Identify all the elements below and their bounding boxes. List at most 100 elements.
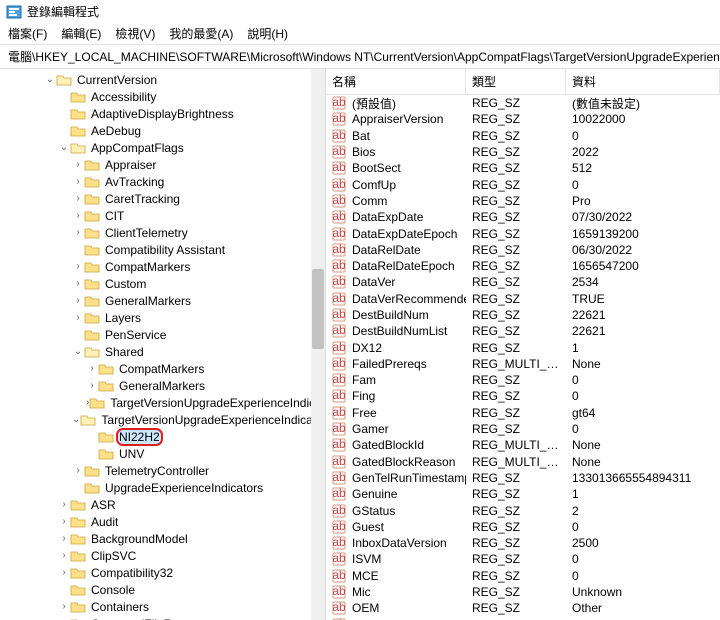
value-row[interactable]: abBootSectREG_SZ512: [326, 160, 720, 176]
tree-node[interactable]: ›Appraiser: [2, 156, 325, 173]
expand-icon[interactable]: ›: [58, 601, 70, 612]
expand-icon[interactable]: ›: [72, 227, 84, 238]
tree-node[interactable]: ⌄TargetVersionUpgradeExperienceIndicator…: [2, 411, 325, 428]
value-row[interactable]: abGuestREG_SZ0: [326, 519, 720, 535]
tree-node[interactable]: ›ClientTelemetry: [2, 224, 325, 241]
expand-icon[interactable]: ›: [86, 380, 98, 391]
expand-icon[interactable]: ›: [58, 516, 70, 527]
tree-node[interactable]: ›ASR: [2, 496, 325, 513]
value-row[interactable]: abGenTelRunTimestampREG_SZ13301366555489…: [326, 470, 720, 486]
value-row[interactable]: abGenuineREG_SZ1: [326, 486, 720, 502]
value-row[interactable]: abGamerREG_SZ0: [326, 421, 720, 437]
tree-node[interactable]: UNV: [2, 445, 325, 462]
value-row[interactable]: abBatREG_SZ0: [326, 128, 720, 144]
expand-icon[interactable]: ›: [72, 261, 84, 272]
value-row[interactable]: abDataVerREG_SZ2534: [326, 274, 720, 290]
tree-pane[interactable]: ⌄CurrentVersionAccessibilityAdaptiveDisp…: [0, 69, 326, 620]
value-row[interactable]: abDataRelDateEpochREG_SZ1656547200: [326, 258, 720, 274]
menu-view[interactable]: 檢視(V): [115, 25, 155, 42]
tree-node[interactable]: ›CaretTracking: [2, 190, 325, 207]
value-row[interactable]: abDestBuildNumListREG_SZ22621: [326, 323, 720, 339]
value-row[interactable]: abFingREG_SZ0: [326, 388, 720, 404]
tree-node[interactable]: ›BackgroundModel: [2, 530, 325, 547]
tree-node[interactable]: ⌄AppCompatFlags: [2, 139, 325, 156]
expand-icon[interactable]: ›: [58, 499, 70, 510]
expand-icon[interactable]: ⌄: [72, 414, 80, 425]
tree-node[interactable]: AdaptiveDisplayBrightness: [2, 105, 325, 122]
expand-icon[interactable]: ⌄: [44, 74, 56, 85]
value-row[interactable]: abDataExpDateREG_SZ07/30/2022: [326, 209, 720, 225]
value-row[interactable]: abOemPrefREG_SZ0: [326, 617, 720, 620]
value-row[interactable]: abInboxDataVersionREG_SZ2500: [326, 535, 720, 551]
expand-icon[interactable]: ›: [86, 363, 98, 374]
value-row[interactable]: abDataExpDateEpochREG_SZ1659139200: [326, 225, 720, 241]
tree-node[interactable]: NI22H2: [2, 428, 325, 445]
tree-node[interactable]: UpgradeExperienceIndicators: [2, 479, 325, 496]
tree-node[interactable]: ›GeneralMarkers: [2, 292, 325, 309]
expand-icon[interactable]: ⌄: [58, 142, 70, 153]
value-row[interactable]: abOEMREG_SZOther: [326, 600, 720, 616]
tree-node[interactable]: AeDebug: [2, 122, 325, 139]
expand-icon[interactable]: ›: [58, 550, 70, 561]
tree-scrollbar[interactable]: [311, 69, 325, 620]
value-row[interactable]: abFreeREG_SZgt64: [326, 405, 720, 421]
tree-node[interactable]: ⌄Shared: [2, 343, 325, 360]
tree-node[interactable]: CorruptedFileRecovery: [2, 615, 325, 620]
value-row[interactable]: abDataVerRecommendedREG_SZTRUE: [326, 291, 720, 307]
tree-node[interactable]: ›Compatibility32: [2, 564, 325, 581]
tree-node[interactable]: ›Audit: [2, 513, 325, 530]
expand-icon[interactable]: ›: [72, 176, 84, 187]
tree-node[interactable]: ›ClipSVC: [2, 547, 325, 564]
expand-icon[interactable]: ›: [58, 567, 70, 578]
menu-favorites[interactable]: 我的最愛(A): [169, 25, 233, 42]
tree-node[interactable]: PenService: [2, 326, 325, 343]
value-row[interactable]: ab(預設值)REG_SZ(數值未設定): [326, 95, 720, 111]
tree-node[interactable]: ›TargetVersionUpgradeExperienceIndicator…: [2, 394, 325, 411]
expand-icon[interactable]: ›: [72, 465, 84, 476]
tree-node[interactable]: Compatibility Assistant: [2, 241, 325, 258]
expand-icon[interactable]: ›: [72, 159, 84, 170]
tree-node[interactable]: ›CompatMarkers: [2, 258, 325, 275]
value-row[interactable]: abMicREG_SZUnknown: [326, 584, 720, 600]
expand-icon[interactable]: ›: [72, 312, 84, 323]
values-pane[interactable]: 名稱 類型 資料 ab(預設值)REG_SZ(數值未設定)abAppraiser…: [326, 69, 720, 620]
value-row[interactable]: abFamREG_SZ0: [326, 372, 720, 388]
expand-icon[interactable]: ›: [72, 295, 84, 306]
tree-node[interactable]: ›GeneralMarkers: [2, 377, 325, 394]
col-header-name[interactable]: 名稱: [326, 69, 466, 94]
menu-edit[interactable]: 編輯(E): [61, 25, 101, 42]
value-row[interactable]: abDataRelDateREG_SZ06/30/2022: [326, 242, 720, 258]
tree-node[interactable]: ›CIT: [2, 207, 325, 224]
address-bar[interactable]: 電腦\HKEY_LOCAL_MACHINE\SOFTWARE\Microsoft…: [0, 45, 720, 68]
tree-scroll-thumb[interactable]: [312, 269, 324, 349]
value-row[interactable]: abGStatusREG_SZ2: [326, 502, 720, 518]
value-row[interactable]: abCommREG_SZPro: [326, 193, 720, 209]
tree-node[interactable]: ›TelemetryController: [2, 462, 325, 479]
value-row[interactable]: abDX12REG_SZ1: [326, 339, 720, 355]
value-row[interactable]: abDestBuildNumREG_SZ22621: [326, 307, 720, 323]
value-row[interactable]: abMCEREG_SZ0: [326, 568, 720, 584]
value-row[interactable]: abComfUpREG_SZ0: [326, 176, 720, 192]
value-row[interactable]: abISVMREG_SZ0: [326, 551, 720, 567]
expand-icon[interactable]: ›: [58, 533, 70, 544]
tree-node[interactable]: ⌄CurrentVersion: [2, 71, 325, 88]
tree-node[interactable]: Console: [2, 581, 325, 598]
menu-file[interactable]: 檔案(F): [8, 25, 47, 42]
expand-icon[interactable]: ›: [72, 210, 84, 221]
tree-node[interactable]: ›Custom: [2, 275, 325, 292]
value-row[interactable]: abBiosREG_SZ2022: [326, 144, 720, 160]
tree-node[interactable]: ›Containers: [2, 598, 325, 615]
expand-icon[interactable]: ⌄: [72, 346, 84, 357]
col-header-type[interactable]: 類型: [466, 69, 566, 94]
value-row[interactable]: abGatedBlockIdREG_MULTI_SZNone: [326, 437, 720, 453]
tree-node[interactable]: Accessibility: [2, 88, 325, 105]
value-row[interactable]: abFailedPrereqsREG_MULTI_SZNone: [326, 356, 720, 372]
expand-icon[interactable]: ›: [72, 278, 84, 289]
tree-node[interactable]: ›AvTracking: [2, 173, 325, 190]
col-header-data[interactable]: 資料: [566, 69, 720, 94]
value-row[interactable]: abAppraiserVersionREG_SZ10022000: [326, 111, 720, 127]
menu-help[interactable]: 說明(H): [247, 25, 288, 42]
value-row[interactable]: abGatedBlockReasonREG_MULTI_SZNone: [326, 454, 720, 470]
tree-node[interactable]: ›Layers: [2, 309, 325, 326]
tree-node[interactable]: ›CompatMarkers: [2, 360, 325, 377]
